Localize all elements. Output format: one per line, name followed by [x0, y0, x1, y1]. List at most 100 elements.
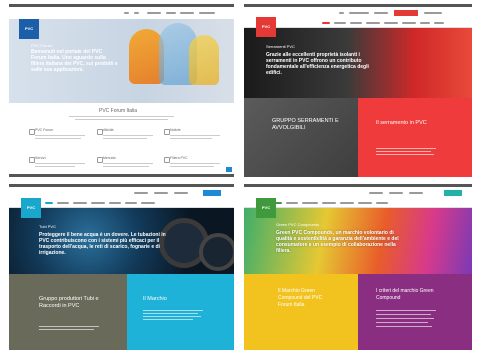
- sub-nav-item[interactable]: [322, 202, 336, 204]
- text-line: [103, 138, 147, 139]
- feature-attivita[interactable]: Attività: [97, 128, 157, 154]
- nav-item[interactable]: [339, 12, 344, 14]
- text-line: [170, 163, 220, 164]
- text-line: [376, 314, 431, 315]
- nav-item[interactable]: [134, 192, 148, 194]
- screenshot-tubi: PVC Tubi PVC Proteggere il bene acqua è …: [9, 184, 234, 350]
- screenshot-serramenti: PVC Serramenti PVC Grazie alle eccellent…: [244, 4, 472, 177]
- feature-title: PVC Forum: [35, 128, 54, 132]
- text-line: [39, 326, 99, 327]
- nav-item-active[interactable]: [394, 10, 418, 16]
- tile-marchio[interactable]: Il Marchio: [127, 274, 234, 350]
- text-line: [376, 148, 436, 149]
- intro-line: [75, 119, 168, 120]
- hero-text: Green PVC Compounds, un marchio volontar…: [276, 230, 399, 254]
- nav-item[interactable]: [374, 12, 388, 14]
- tile-serramento-pvc[interactable]: Il serramento in PVC: [358, 98, 472, 177]
- text-line: [39, 329, 94, 330]
- nav-item[interactable]: [147, 12, 161, 14]
- intro-line: [69, 116, 174, 117]
- sub-nav-item[interactable]: [402, 22, 416, 24]
- pvc-forum-logo[interactable]: PVC: [256, 17, 276, 37]
- pvc-forum-logo[interactable]: PVC: [19, 19, 39, 39]
- hero-text: Benvenuti nel portale del PVC Forum Ital…: [31, 49, 118, 73]
- text-line: [143, 310, 203, 311]
- pvc-forum-logo[interactable]: PVC: [256, 198, 276, 218]
- nav-item-active[interactable]: [203, 190, 221, 196]
- nav-item[interactable]: [166, 12, 176, 14]
- nav-item[interactable]: [199, 12, 215, 14]
- hero-text: Proteggere il bene acqua è un dovere. Le…: [39, 232, 166, 256]
- section-title: PVC Forum Italia: [99, 108, 138, 114]
- tile-gruppo-serramenti[interactable]: GRUPPO SERRAMENTI E AVVOLGIBILI: [244, 98, 358, 177]
- sub-nav-item[interactable]: [286, 202, 298, 204]
- sub-nav-item[interactable]: [334, 22, 346, 24]
- pipe-shape: [199, 233, 234, 271]
- scroll-top-button[interactable]: [226, 167, 232, 172]
- text-line: [170, 138, 212, 139]
- sub-nav-item[interactable]: [141, 202, 155, 204]
- sub-nav-item[interactable]: [73, 202, 87, 204]
- text-line: [103, 166, 149, 167]
- pvc-forum-logo[interactable]: PVC: [21, 198, 41, 218]
- nav-item[interactable]: [409, 192, 423, 194]
- tile-marchio-green[interactable]: Il Marchio Green Compound del PVC Forum …: [244, 274, 358, 350]
- sub-nav-item[interactable]: [109, 202, 121, 204]
- sub-nav-item[interactable]: [350, 22, 362, 24]
- tile-title: Il serramento in PVC: [376, 120, 427, 126]
- nav-item[interactable]: [174, 192, 188, 194]
- text-line: [143, 319, 193, 320]
- sub-nav-item[interactable]: [358, 202, 372, 204]
- tile-title: Il Marchio: [143, 296, 167, 302]
- nav-item[interactable]: [154, 192, 168, 194]
- sub-nav-item[interactable]: [420, 22, 430, 24]
- sub-nav-item[interactable]: [322, 22, 330, 24]
- sub-nav-item[interactable]: [434, 22, 444, 24]
- text-line: [103, 135, 153, 136]
- nav-item[interactable]: [349, 12, 369, 14]
- sub-nav-item[interactable]: [384, 22, 398, 24]
- text-line: [376, 318, 434, 319]
- hero-text: Grazie alle eccellenti proprietà isolant…: [266, 52, 369, 76]
- text-line: [376, 154, 434, 155]
- feature-title: Servizi: [35, 156, 46, 160]
- nav-item[interactable]: [389, 192, 403, 194]
- tile-title: I criteri del marchio Green Compound: [376, 288, 434, 301]
- feature-title: Filiera PVC: [170, 156, 188, 160]
- yellow-chair-shape: [189, 35, 219, 85]
- sub-nav: [244, 19, 472, 28]
- text-line: [35, 138, 81, 139]
- sub-nav-item[interactable]: [366, 22, 380, 24]
- tile-title: Gruppo produttori Tubi e Raccordi in PVC: [39, 296, 99, 309]
- hero-title: PVC Forum: [31, 43, 52, 48]
- text-line: [376, 151, 431, 152]
- text-line: [103, 163, 153, 164]
- feature-pvc-forum[interactable]: PVC Forum: [29, 128, 89, 154]
- tile-title: Il Marchio Green Compound del PVC Forum …: [278, 288, 323, 308]
- feature-notizie[interactable]: Notizie: [164, 128, 224, 154]
- sub-nav-item[interactable]: [125, 202, 137, 204]
- tile-criteri[interactable]: I criteri del marchio Green Compound: [358, 274, 472, 350]
- sub-nav-item[interactable]: [302, 202, 318, 204]
- text-line: [170, 135, 220, 136]
- nav-item[interactable]: [424, 12, 442, 14]
- nav-item[interactable]: [180, 12, 194, 14]
- screenshot-home: PVC PVC Forum Benvenuti nel portale del …: [9, 4, 234, 177]
- sub-nav-item[interactable]: [376, 202, 388, 204]
- sub-nav-item[interactable]: [57, 202, 69, 204]
- sub-nav-item[interactable]: [340, 202, 354, 204]
- feature-title: Notizie: [170, 128, 181, 132]
- feature-title: Mercato: [103, 156, 116, 160]
- text-line: [376, 310, 436, 311]
- nav-item[interactable]: [134, 12, 139, 14]
- text-line: [143, 313, 198, 314]
- screenshot-green-compound: PVC Green PVC Compounds Green PVC Compou…: [244, 184, 472, 350]
- hero-title: Tubi PVC: [39, 224, 56, 229]
- tile-gruppo-tubi[interactable]: Gruppo produttori Tubi e Raccordi in PVC: [9, 274, 127, 350]
- sub-nav-item[interactable]: [91, 202, 105, 204]
- nav-item[interactable]: [369, 192, 383, 194]
- nav-item-active[interactable]: [444, 190, 462, 196]
- text-line: [35, 135, 85, 136]
- sub-nav-item[interactable]: [45, 202, 53, 204]
- nav-item[interactable]: [124, 12, 129, 14]
